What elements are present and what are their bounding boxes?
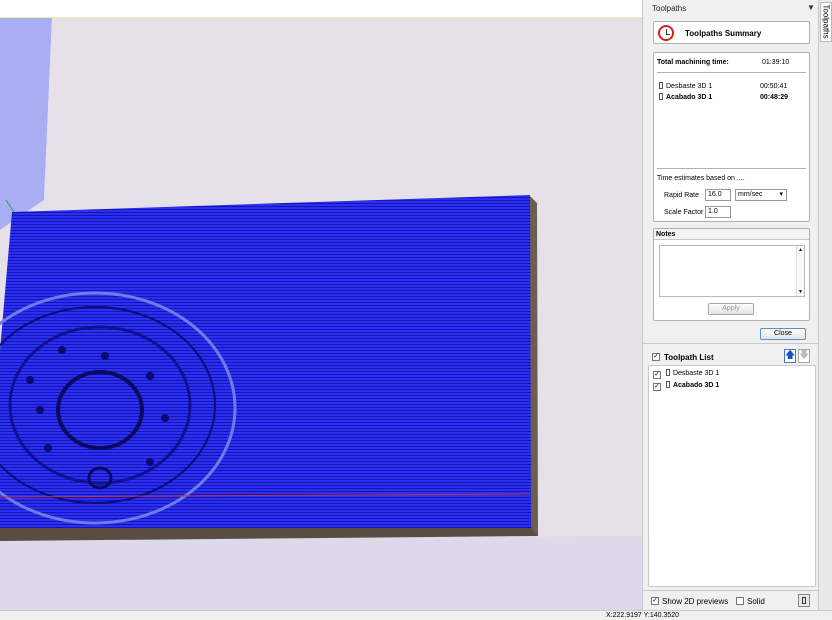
toolpath-checkbox[interactable]: ✓ (653, 371, 661, 379)
pin-icon[interactable]: ▼ (807, 3, 815, 12)
list-item[interactable]: ✓ Desbaste 3D 1 (653, 369, 719, 380)
total-time-value: 01:39:10 (762, 59, 790, 66)
block-right-side (530, 196, 538, 536)
summary-box: Total machining time: 01:39:10 Desbaste … (653, 52, 810, 222)
divider (657, 72, 806, 73)
notes-textarea[interactable]: ▲ ▼ (659, 245, 805, 297)
show-2d-label: Show 2D previews (662, 597, 729, 606)
solid-checkbox[interactable] (736, 597, 744, 605)
estimates-label: Time estimates based on .... (657, 175, 745, 182)
divider (657, 168, 806, 169)
show-2d-checkbox[interactable]: ✓ (651, 597, 659, 605)
toolpath-checkbox[interactable]: ✓ (653, 383, 661, 391)
side-tab-bar: Toolpaths (818, 0, 832, 610)
preview-options: ✓ Show 2D previews Solid (643, 590, 819, 610)
total-time-label: Total machining time: (657, 59, 729, 66)
clock-icon (658, 25, 674, 41)
tab-toolpaths[interactable]: Toolpaths (820, 2, 832, 42)
notes-header: Notes (654, 229, 809, 240)
toolpath-time-value: 00:48:29 (760, 94, 789, 101)
3d-viewport[interactable] (0, 0, 642, 610)
notes-scrollbar[interactable]: ▲ ▼ (796, 246, 804, 296)
rapid-rate-unit-select[interactable]: mm/sec ▾ (735, 189, 787, 201)
calculator-icon[interactable] (798, 594, 810, 607)
solid-label: Solid (747, 597, 765, 606)
apply-button[interactable]: Apply (708, 303, 754, 315)
list-item[interactable]: ✓ Acabado 3D 1 (653, 381, 719, 392)
status-bar: X:222.9197 Y:140.3520 (0, 610, 832, 620)
toolpath-list-header: ✓ Toolpath List 🡅 🡇 (643, 343, 819, 367)
panel-title: Toolpaths (652, 4, 687, 13)
tool-bit-icon (665, 381, 670, 388)
summary-header: Toolpaths Summary (653, 21, 810, 44)
scale-factor-label: Scale Factor (664, 209, 704, 216)
toolpath-list-checkbox[interactable]: ✓ (652, 353, 660, 361)
summary-title: Toolpaths Summary (685, 29, 762, 38)
chevron-down-icon: ▾ (779, 191, 783, 198)
floor-plane (0, 536, 642, 610)
tool-bit-icon (659, 93, 663, 100)
cursor-coordinates: X:222.9197 Y:140.3520 (606, 612, 680, 619)
toolpath-time-row: Acabado 3D 1 (659, 93, 712, 101)
scale-factor-input[interactable]: 1.0 (705, 206, 731, 218)
notes-box: Notes ▲ ▼ Apply (653, 228, 810, 321)
toolpath-surface (0, 195, 531, 528)
toolpath-list-title: Toolpath List (664, 353, 714, 362)
toolpaths-panel: Toolpaths ▼ Toolpaths Summary Total mach… (642, 0, 819, 610)
toolpath-list: ✓ Desbaste 3D 1 ✓ Acabado 3D 1 (648, 365, 816, 587)
toolpath-preview (0, 18, 642, 610)
move-down-icon[interactable]: 🡇 (798, 349, 810, 363)
scroll-up-icon[interactable]: ▲ (798, 247, 803, 253)
tool-bit-icon (665, 369, 670, 376)
close-button[interactable]: Close (760, 328, 806, 340)
toolpath-time-value: 00:50:41 (760, 83, 788, 90)
move-up-icon[interactable]: 🡅 (784, 349, 796, 363)
rapid-rate-label: Rapid Rate (664, 192, 700, 199)
toolpath-time-row: Desbaste 3D 1 (659, 82, 712, 90)
rapid-rate-input[interactable]: 16.0 (705, 189, 731, 201)
tool-bit-icon (659, 82, 663, 89)
scroll-down-icon[interactable]: ▼ (798, 289, 803, 295)
